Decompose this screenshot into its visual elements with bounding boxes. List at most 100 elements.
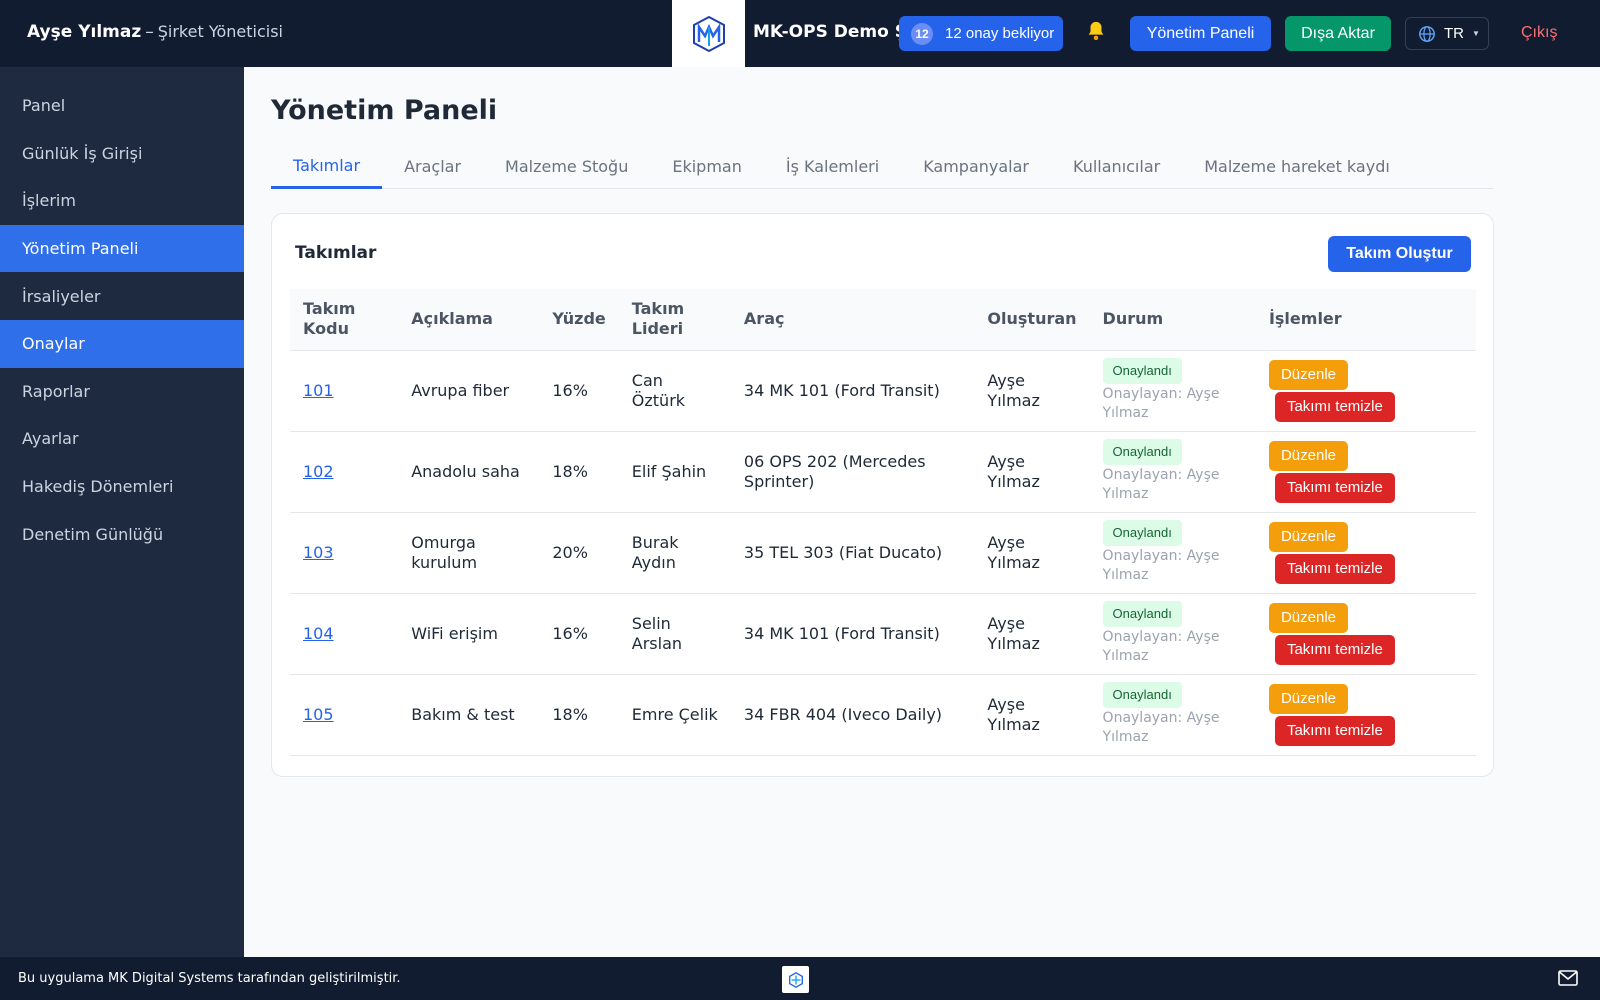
pending-approvals-button[interactable]: 12 12 onay bekliyor: [899, 16, 1063, 51]
export-button[interactable]: Dışa Aktar: [1285, 16, 1391, 51]
table-row: 101 Avrupa fiber 16% Can Öztürk 34 MK 10…: [290, 349, 1476, 431]
sidebar-item-progress-periods[interactable]: Hakediş Dönemleri: [0, 463, 244, 511]
user-name: Ayşe Yılmaz: [27, 22, 142, 42]
create-team-button[interactable]: Takım Oluştur: [1328, 236, 1471, 272]
cell-percent: 18%: [539, 430, 619, 512]
cell-percent: 16%: [539, 349, 619, 431]
team-code-link[interactable]: 104: [303, 624, 334, 643]
team-code-link[interactable]: 105: [303, 705, 334, 724]
clear-team-button[interactable]: Takımı temizle: [1274, 715, 1395, 746]
company-logo[interactable]: [672, 0, 745, 67]
cell-leader: Selin Arslan: [618, 592, 731, 674]
teams-table: Takım Kodu Açıklama Yüzde Takım Lideri A…: [290, 289, 1476, 756]
tab-work-items[interactable]: İş Kalemleri: [764, 144, 901, 189]
footer-logo-icon: [782, 966, 809, 993]
team-code-link[interactable]: 101: [303, 381, 334, 400]
teams-card: Takımlar Takım Oluştur Takım Kodu Açıkla…: [271, 213, 1494, 777]
user-role: Şirket Yöneticisi: [157, 22, 283, 41]
cell-creator: Ayşe Yılmaz: [974, 592, 1090, 674]
logout-link[interactable]: Çıkış: [1521, 24, 1557, 42]
cell-description: Avrupa fiber: [398, 349, 540, 431]
sidebar-item-admin-panel[interactable]: Yönetim Paneli: [0, 224, 244, 273]
table-row: 103 Omurga kurulum 20% Burak Aydın 35 TE…: [290, 511, 1476, 593]
column-header[interactable]: Yüzde: [539, 289, 618, 350]
clear-team-button[interactable]: Takımı temizle: [1274, 472, 1395, 503]
tab-users[interactable]: Kullanıcılar: [1051, 144, 1182, 189]
sidebar-item-my-jobs[interactable]: İşlerim: [0, 177, 244, 225]
sidebar-item-reports[interactable]: Raporlar: [0, 368, 244, 416]
status-badge: Onaylandı: [1102, 601, 1182, 627]
tab-teams[interactable]: Takımlar: [271, 144, 383, 189]
tab-material-stock[interactable]: Malzeme Stoğu: [483, 144, 650, 189]
mail-icon[interactable]: [1558, 970, 1578, 990]
approved-by-text: Onaylayan: Ayşe Yılmaz: [1102, 548, 1220, 583]
status-badge: Onaylandı: [1102, 520, 1182, 546]
cell-leader: Elif Şahin: [618, 430, 731, 512]
admin-panel-button[interactable]: Yönetim Paneli: [1130, 16, 1271, 51]
column-header[interactable]: Takım Lideri: [619, 289, 731, 350]
cell-vehicle: 35 TEL 303 (Fiat Ducato): [730, 511, 975, 593]
sidebar-item-daily-entry[interactable]: Günlük İş Girişi: [0, 130, 244, 178]
approval-text: 12 onay bekliyor: [945, 25, 1055, 42]
column-header[interactable]: Araç: [731, 289, 975, 350]
language-select[interactable]: TR ▼: [1405, 17, 1489, 50]
approved-by-text: Onaylayan: Ayşe Yılmaz: [1102, 710, 1220, 745]
table-header-row: Takım Kodu Açıklama Yüzde Takım Lideri A…: [290, 289, 1476, 350]
cell-vehicle: 34 MK 101 (Ford Transit): [730, 592, 975, 674]
team-code-link[interactable]: 102: [303, 462, 334, 481]
cell-leader: Emre Çelik: [618, 673, 731, 756]
cell-percent: 16%: [539, 592, 619, 674]
top-header: Ayşe Yılmaz – Şirket Yöneticisi MK-OPS Dem…: [0, 0, 1600, 67]
tab-equipment[interactable]: Ekipman: [650, 144, 764, 189]
table-row: 105 Bakım & test 18% Emre Çelik 34 FBR 4…: [290, 673, 1476, 756]
sidebar: Panel Günlük İş Girişi İşlerim Yönetim P…: [0, 67, 244, 957]
clear-team-button[interactable]: Takımı temizle: [1274, 391, 1395, 422]
sidebar-item-approvals[interactable]: Onaylar: [0, 319, 244, 368]
table-row: 102 Anadolu saha 18% Elif Şahin 06 OPS 2…: [290, 430, 1476, 512]
edit-button[interactable]: Düzenle: [1268, 359, 1348, 390]
column-header[interactable]: İşlemler: [1256, 289, 1476, 350]
approved-by-text: Onaylayan: Ayşe Yılmaz: [1102, 386, 1220, 421]
sidebar-item-panel[interactable]: Panel: [0, 82, 244, 130]
edit-button[interactable]: Düzenle: [1268, 521, 1348, 552]
sidebar-item-settings[interactable]: Ayarlar: [0, 415, 244, 463]
column-header[interactable]: Oluşturan: [974, 289, 1089, 350]
edit-button[interactable]: Düzenle: [1268, 602, 1348, 633]
cell-description: WiFi erişim: [398, 592, 540, 674]
column-header[interactable]: Açıklama: [398, 289, 539, 350]
page-title: Yönetim Paneli: [271, 95, 498, 126]
mk-logo-icon: [692, 15, 725, 52]
status-badge: Onaylandı: [1102, 439, 1182, 465]
chevron-down-icon: ▼: [1472, 29, 1480, 38]
cell-description: Omurga kurulum: [398, 511, 540, 593]
cell-vehicle: 06 OPS 202 (Mercedes Sprinter): [730, 430, 975, 512]
cell-percent: 20%: [539, 511, 619, 593]
column-header[interactable]: Takım Kodu: [290, 289, 398, 350]
sidebar-item-audit-log[interactable]: Denetim Günlüğü: [0, 510, 244, 558]
tab-campaigns[interactable]: Kampanyalar: [901, 144, 1051, 189]
status-badge: Onaylandı: [1102, 682, 1182, 708]
tab-material-log[interactable]: Malzeme hareket kaydı: [1182, 144, 1412, 189]
tab-vehicles[interactable]: Araçlar: [382, 144, 483, 189]
column-header[interactable]: Durum: [1090, 289, 1256, 350]
edit-button[interactable]: Düzenle: [1268, 440, 1348, 471]
cell-percent: 18%: [539, 673, 619, 756]
user-separator: –: [145, 22, 154, 42]
edit-button[interactable]: Düzenle: [1268, 683, 1348, 714]
cell-description: Bakım & test: [398, 673, 540, 756]
clear-team-button[interactable]: Takımı temizle: [1274, 634, 1395, 665]
cell-creator: Ayşe Yılmaz: [974, 511, 1090, 593]
footer-credit: Bu uygulama MK Digital Systems tarafında…: [18, 971, 401, 986]
footer: Bu uygulama MK Digital Systems tarafında…: [0, 957, 1600, 1000]
approved-by-text: Onaylayan: Ayşe Yılmaz: [1102, 629, 1220, 664]
team-code-link[interactable]: 103: [303, 543, 334, 562]
cell-leader: Can Öztürk: [618, 349, 731, 431]
approval-count-badge: 12: [911, 22, 933, 45]
status-badge: Onaylandı: [1102, 358, 1182, 384]
bell-icon[interactable]: [1085, 20, 1107, 47]
card-title: Takımlar: [295, 243, 377, 263]
sidebar-item-waybills[interactable]: İrsaliyeler: [0, 272, 244, 320]
clear-team-button[interactable]: Takımı temizle: [1274, 553, 1395, 584]
main-content: Yönetim Paneli Takımlar Araçlar Malzeme …: [244, 67, 1600, 957]
cell-vehicle: 34 FBR 404 (Iveco Daily): [730, 673, 975, 756]
